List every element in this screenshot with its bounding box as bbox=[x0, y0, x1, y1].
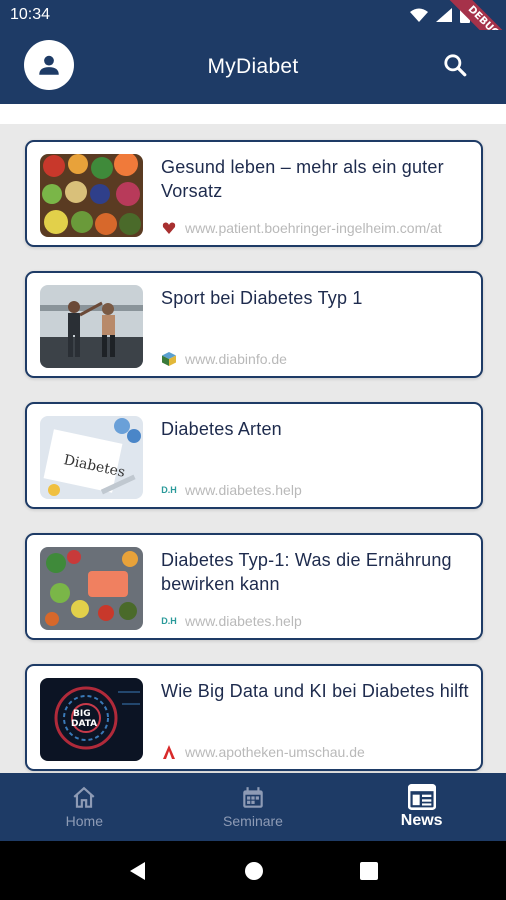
news-source-url: www.diabetes.help bbox=[185, 482, 302, 498]
news-source-url: www.apotheken-umschau.de bbox=[185, 744, 365, 760]
news-card[interactable]: Diabetes Diabetes Arten D.H www.diabetes… bbox=[25, 402, 483, 509]
news-card[interactable]: Diabetes Typ-1: Was die Ernährung bewirk… bbox=[25, 533, 483, 640]
account-icon[interactable] bbox=[24, 40, 74, 90]
news-title: Diabetes Typ-1: Was die Ernährung bewirk… bbox=[161, 550, 452, 594]
home-icon bbox=[73, 786, 95, 808]
news-thumbnail-healthy-food bbox=[40, 154, 143, 237]
app-bar: MyDiabet bbox=[0, 30, 506, 104]
page-title: MyDiabet bbox=[207, 55, 299, 78]
apotheke-logo-icon bbox=[161, 745, 177, 759]
bottom-navigation: Home Seminare News bbox=[0, 773, 506, 841]
news-card[interactable]: Sport bei Diabetes Typ 1 www.diabinfo.de bbox=[25, 271, 483, 378]
news-list: Gesund leben – mehr als ein guter Vorsat… bbox=[25, 140, 483, 773]
nav-label: News bbox=[400, 812, 443, 829]
news-source: www.diabinfo.de bbox=[161, 351, 287, 367]
news-source: www.patient.boehringer-ingelheim.com/at bbox=[161, 220, 442, 236]
dh-logo-icon: D.H bbox=[161, 616, 177, 626]
recents-icon[interactable] bbox=[360, 861, 378, 880]
back-icon[interactable] bbox=[128, 861, 148, 881]
calendar-icon bbox=[243, 787, 263, 808]
cube-logo-icon bbox=[161, 352, 177, 366]
news-source: www.apotheken-umschau.de bbox=[161, 744, 365, 760]
news-thumbnail-nutrition bbox=[40, 547, 143, 630]
svg-text:DATA: DATA bbox=[71, 719, 97, 729]
search-icon[interactable] bbox=[442, 52, 470, 80]
news-thumbnail-big-data: BIG DATA bbox=[40, 678, 143, 761]
news-feed[interactable]: Gesund leben – mehr als ein guter Vorsat… bbox=[0, 124, 506, 773]
system-navigation bbox=[0, 841, 506, 900]
nav-item-home[interactable]: Home bbox=[0, 773, 169, 841]
news-card[interactable]: Gesund leben – mehr als ein guter Vorsat… bbox=[25, 140, 483, 247]
news-source-url: www.patient.boehringer-ingelheim.com/at bbox=[185, 220, 442, 236]
news-icon bbox=[407, 784, 436, 810]
news-title: Gesund leben – mehr als ein guter Vorsat… bbox=[161, 157, 444, 201]
nav-label: Home bbox=[65, 813, 104, 829]
news-card[interactable]: BIG DATA Wie Big Data und KI bei Diabete… bbox=[25, 664, 483, 771]
nav-label: Seminare bbox=[223, 813, 283, 829]
news-thumbnail-diabetes-note: Diabetes bbox=[40, 416, 143, 499]
news-source-url: www.diabinfo.de bbox=[185, 351, 287, 367]
home-circle-icon[interactable] bbox=[244, 861, 264, 881]
signal-icon bbox=[436, 8, 452, 22]
heart-logo-icon bbox=[161, 221, 177, 235]
news-source-url: www.diabetes.help bbox=[185, 613, 302, 629]
news-source: D.H www.diabetes.help bbox=[161, 482, 302, 498]
news-title: Sport bei Diabetes Typ 1 bbox=[161, 288, 363, 308]
nav-item-seminare[interactable]: Seminare bbox=[169, 773, 338, 841]
news-title: Wie Big Data und KI bei Diabetes hilft bbox=[161, 681, 469, 701]
svg-text:BIG: BIG bbox=[73, 709, 91, 719]
status-time: 10:34 bbox=[10, 6, 51, 23]
news-title: Diabetes Arten bbox=[161, 419, 282, 439]
news-thumbnail-sport bbox=[40, 285, 143, 368]
nav-item-news[interactable]: News bbox=[337, 773, 506, 841]
status-bar: 10:34 bbox=[0, 0, 506, 30]
news-source: D.H www.diabetes.help bbox=[161, 613, 302, 629]
wifi-icon bbox=[410, 8, 428, 22]
dh-logo-icon: D.H bbox=[161, 485, 177, 495]
